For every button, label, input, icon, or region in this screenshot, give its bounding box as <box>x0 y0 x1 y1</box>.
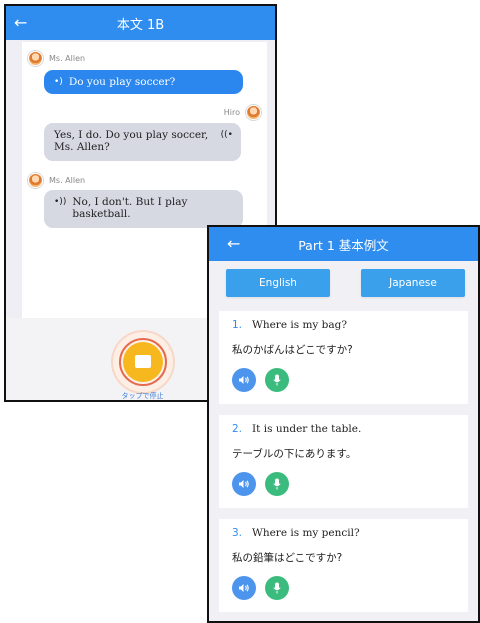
header-bar: ← 本文 1B <box>6 6 275 40</box>
japanese-sentence: 私のかばんはどこですか? <box>232 344 353 356</box>
microphone-icon <box>273 374 281 386</box>
speaker-icon <box>239 584 249 592</box>
sound-icon: •)) <box>54 197 67 207</box>
speaker-row: Ms. Allen <box>28 173 85 188</box>
stop-icon <box>135 355 151 368</box>
play-audio-button[interactable] <box>232 472 256 496</box>
english-sentence: 1. Where is my bag? <box>232 319 347 331</box>
record-voice-button[interactable] <box>265 472 289 496</box>
sentence-card: 1. Where is my bag? 私のかばんはどこですか? <box>219 311 468 404</box>
avatar <box>246 105 261 120</box>
speaker-name: Ms. Allen <box>49 54 86 63</box>
record-voice-button[interactable] <box>265 576 289 600</box>
message-body: No, I don't. But I play basketball. <box>72 196 187 220</box>
screen-title: 本文 1B <box>116 17 165 33</box>
english-sentence: 3. Where is my pencil? <box>232 527 360 539</box>
speaker-name: Hiro <box>223 108 240 117</box>
sentence-number: 2. <box>232 423 243 435</box>
japanese-button[interactable]: Japanese <box>361 269 465 297</box>
message-text-line: Ms. Allen? <box>54 141 110 153</box>
message-body: Yes, I do. Do you play soccer, Ms. Allen… <box>54 129 217 153</box>
screen-title: Part 1 基本例文 <box>298 237 389 253</box>
speaker-row: Hiro <box>224 105 261 120</box>
chat-bubble[interactable]: Yes, I do. Do you play soccer, Ms. Allen… <box>44 123 241 161</box>
japanese-sentence: 私の鉛筆はどこですか? <box>232 552 343 564</box>
message-text-line: basketball. <box>72 208 131 220</box>
avatar <box>28 173 43 188</box>
message-text: Do you play soccer? <box>68 76 176 88</box>
stop-record-button[interactable] <box>113 332 173 392</box>
chat-bubble[interactable]: •) Do you play soccer? <box>44 70 243 94</box>
english-button[interactable]: English <box>226 269 330 297</box>
content-area: English Japanese 1. Where is my bag? 私のかば… <box>209 261 478 621</box>
english-sentence: 2. It is under the table. <box>232 423 361 435</box>
message-text-line: Yes, I do. Do you play soccer, <box>54 129 209 141</box>
english-text: Where is my pencil? <box>252 527 360 539</box>
record-button-core <box>123 342 163 382</box>
record-voice-button[interactable] <box>265 368 289 392</box>
sentence-number: 1. <box>232 319 243 331</box>
speaker-icon <box>239 376 249 384</box>
sound-icon: ((• <box>220 130 233 140</box>
header-bar: ← Part 1 基本例文 <box>209 227 478 261</box>
sentence-number: 3. <box>232 527 243 539</box>
play-audio-button[interactable] <box>232 576 256 600</box>
sentence-card: 2. It is under the table. テーブルの下にあります。 <box>219 415 468 508</box>
chat-bubble[interactable]: •)) No, I don't. But I play basketball. <box>44 190 243 228</box>
sentence-card: 3. Where is my pencil? 私の鉛筆はどこですか? <box>219 519 468 612</box>
message-text-line: No, I don't. But I play <box>72 196 188 208</box>
example-sentences-screen: ← Part 1 基本例文 English Japanese 1. Where i… <box>207 225 480 623</box>
microphone-icon <box>273 478 281 490</box>
back-arrow-icon[interactable]: ← <box>227 236 240 252</box>
back-arrow-icon[interactable]: ← <box>14 15 27 31</box>
english-text: Where is my bag? <box>252 319 348 331</box>
speaker-name: Ms. Allen <box>49 176 86 185</box>
speaker-row: Ms. Allen <box>28 51 85 66</box>
sound-icon: •) <box>54 77 63 87</box>
english-text: It is under the table. <box>252 423 362 435</box>
avatar <box>28 51 43 66</box>
japanese-sentence: テーブルの下にあります。 <box>232 448 357 460</box>
play-audio-button[interactable] <box>232 368 256 392</box>
speaker-icon <box>239 480 249 488</box>
microphone-icon <box>273 582 281 594</box>
